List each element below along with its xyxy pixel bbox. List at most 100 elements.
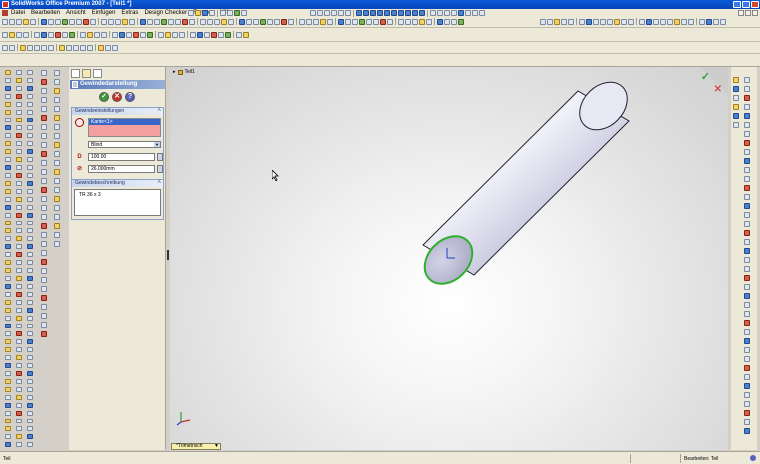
toolbar-button-icon[interactable] <box>48 31 54 38</box>
toolbar-button-icon[interactable] <box>168 18 174 25</box>
toolbar-button-icon[interactable] <box>53 70 60 76</box>
toolbar-button-icon[interactable] <box>744 275 750 281</box>
selected-edge-item[interactable]: Kante<1> <box>89 119 160 125</box>
toolbar-button-icon[interactable] <box>53 187 60 193</box>
toolbar-button-icon[interactable] <box>239 18 245 25</box>
end-condition-select[interactable]: Blind ▼ <box>88 141 161 148</box>
toolbar-button-icon[interactable] <box>228 18 234 25</box>
depth-spinner[interactable] <box>157 153 163 161</box>
toolbar-button-icon[interactable] <box>214 18 220 25</box>
toolbar-button-icon[interactable] <box>40 214 47 220</box>
toolbar-button-icon[interactable] <box>40 115 47 121</box>
toolbar-button-icon[interactable] <box>4 157 11 163</box>
toolbar-button-icon[interactable] <box>667 18 673 25</box>
toolbar-button-icon[interactable] <box>26 323 33 329</box>
toolbar-button-icon[interactable] <box>15 244 22 250</box>
new-document-icon[interactable] <box>188 10 194 16</box>
toolbar-button-icon[interactable] <box>105 44 111 51</box>
toolbar-button-icon[interactable] <box>4 165 11 170</box>
toolbar-button-icon[interactable] <box>26 307 33 313</box>
toolbar-button-icon[interactable] <box>204 31 210 38</box>
toolbar-button-icon[interactable] <box>352 18 358 25</box>
toolbar-button-icon[interactable] <box>40 313 47 319</box>
toolbar-button-icon[interactable] <box>15 85 22 91</box>
toolbar-button-icon[interactable] <box>108 18 114 25</box>
toolbar-button-icon[interactable] <box>26 291 33 297</box>
toolbar-button-icon[interactable] <box>26 252 33 258</box>
ok-button[interactable]: ✓ <box>99 92 109 102</box>
toolbar-button-icon[interactable] <box>699 18 705 25</box>
toolbar-button-icon[interactable] <box>600 18 606 25</box>
toolbar-button-icon[interactable] <box>15 434 22 440</box>
toolbar-button-icon[interactable] <box>55 18 61 25</box>
open-folder-icon[interactable] <box>195 10 201 16</box>
toolbar-button-icon[interactable] <box>288 18 294 25</box>
toolbar-button-icon[interactable] <box>40 151 47 157</box>
toolbar-button-icon[interactable] <box>646 18 652 25</box>
toolbar-button-icon[interactable] <box>681 18 687 25</box>
toolbar-button-icon[interactable] <box>4 307 11 313</box>
toolbar-button-icon[interactable] <box>561 18 567 25</box>
toolbar-button-icon[interactable] <box>154 18 160 25</box>
toolbar-button-icon[interactable] <box>4 331 11 337</box>
toolbar-button-icon[interactable] <box>4 268 11 273</box>
toolbar-button-icon[interactable] <box>426 18 432 25</box>
toolbar-button-icon[interactable] <box>4 149 11 155</box>
toolbar-button-icon[interactable] <box>713 18 719 25</box>
toolbar-button-icon[interactable] <box>53 214 60 220</box>
toolbar-button-icon[interactable] <box>26 157 33 163</box>
toolbar-button-icon[interactable] <box>40 259 47 265</box>
toolbar-button-icon[interactable] <box>720 18 726 25</box>
thread-description-input[interactable]: TR 36 x 3 <box>74 189 161 216</box>
left-view-icon[interactable] <box>377 10 383 16</box>
toolbar-button-icon[interactable] <box>4 371 11 376</box>
toolbar-button-icon[interactable] <box>744 356 750 362</box>
toolbar-button-icon[interactable] <box>26 386 33 392</box>
toolbar-button-icon[interactable] <box>101 31 107 38</box>
toolbar-button-icon[interactable] <box>26 180 33 186</box>
toolbar-button-icon[interactable] <box>15 268 22 273</box>
toolbar-button-icon[interactable] <box>48 18 54 25</box>
collapse-icon[interactable]: ˄ <box>157 180 161 187</box>
toolbar-button-icon[interactable] <box>15 355 22 361</box>
toolbar-button-icon[interactable] <box>87 31 93 38</box>
toolbar-button-icon[interactable] <box>306 18 312 25</box>
toolbar-button-icon[interactable] <box>744 401 750 407</box>
toolbar-button-icon[interactable] <box>4 363 11 369</box>
bottom-view-icon[interactable] <box>398 10 404 16</box>
toolbar-button-icon[interactable] <box>221 18 227 25</box>
toolbar-button-icon[interactable] <box>345 18 351 25</box>
toolbar-button-icon[interactable] <box>4 315 11 321</box>
toolbar-button-icon[interactable] <box>26 196 33 202</box>
doc-restore-button[interactable] <box>745 10 751 16</box>
toolbar-button-icon[interactable] <box>26 418 33 424</box>
toolbar-button-icon[interactable] <box>15 363 22 369</box>
close-window-button[interactable] <box>751 1 759 8</box>
toolbar-button-icon[interactable] <box>53 223 60 229</box>
toolbar-button-icon[interactable] <box>744 203 750 209</box>
toolbar-button-icon[interactable] <box>179 31 185 38</box>
toolbar-button-icon[interactable] <box>40 88 47 94</box>
rotate-view-icon[interactable] <box>338 10 344 16</box>
toolbar-button-icon[interactable] <box>243 31 249 38</box>
toolbar-button-icon[interactable] <box>4 172 11 178</box>
toolbar-button-icon[interactable] <box>733 113 739 119</box>
toolbar-button-icon[interactable] <box>4 275 11 281</box>
toolbar-button-icon[interactable] <box>744 419 750 425</box>
toolbar-button-icon[interactable] <box>53 106 60 112</box>
toolbar-button-icon[interactable] <box>26 363 33 369</box>
toolbar-button-icon[interactable] <box>26 275 33 281</box>
toolbar-button-icon[interactable] <box>733 122 739 128</box>
toolbar-button-icon[interactable] <box>16 18 22 25</box>
toolbar-button-icon[interactable] <box>40 196 47 202</box>
toolbar-button-icon[interactable] <box>744 167 750 173</box>
toolbar-button-icon[interactable] <box>26 260 33 266</box>
toolbar-button-icon[interactable] <box>94 31 100 38</box>
toolbar-button-icon[interactable] <box>129 18 135 25</box>
toolbar-button-icon[interactable] <box>4 386 11 392</box>
toolbar-button-icon[interactable] <box>733 77 739 83</box>
toolbar-button-icon[interactable] <box>26 394 33 400</box>
toolbar-button-icon[interactable] <box>4 355 11 361</box>
toolbar-button-icon[interactable] <box>733 104 739 110</box>
toolbar-button-icon[interactable] <box>40 268 47 274</box>
